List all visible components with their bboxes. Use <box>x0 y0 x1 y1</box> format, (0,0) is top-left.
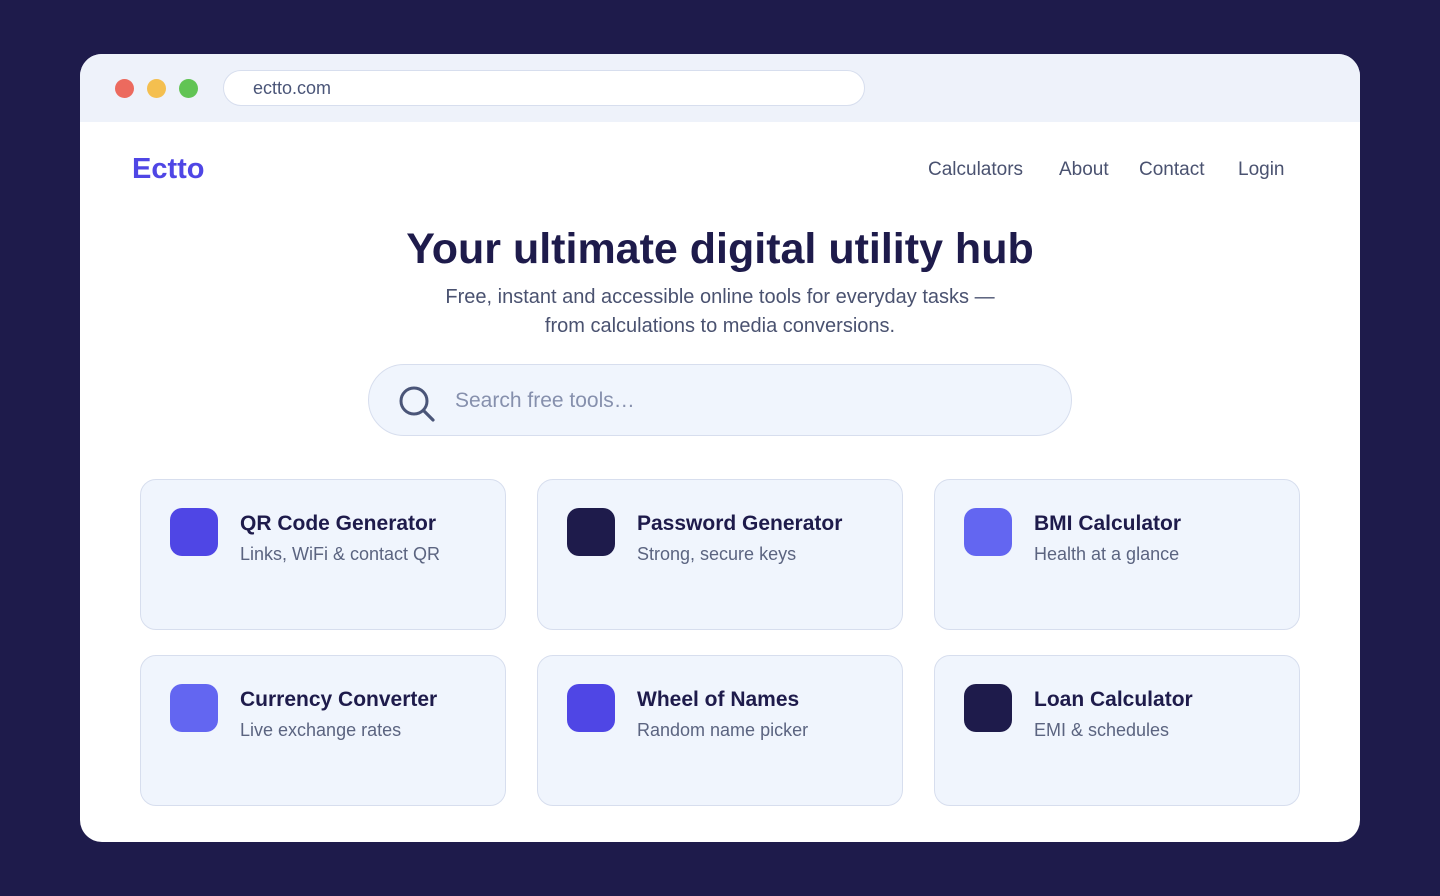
hero-subtitle: Free, instant and accessible online tool… <box>420 283 1020 341</box>
minimize-window-button[interactable] <box>147 79 166 98</box>
nav-login[interactable]: Login <box>1238 158 1285 182</box>
tool-card-wheel-of-names[interactable]: Wheel of Names Random name picker <box>537 655 903 806</box>
tool-description: EMI & schedules <box>1034 720 1170 740</box>
bmi-tool-icon <box>964 508 1012 556</box>
search-icon <box>399 386 435 422</box>
password-tool-icon <box>567 508 615 556</box>
search-bar[interactable] <box>368 364 1072 436</box>
tool-card-currency-converter[interactable]: Currency Converter Live exchange rates <box>140 655 506 806</box>
tool-description: Live exchange rates <box>240 720 402 740</box>
loan-tool-icon <box>964 684 1012 732</box>
wheel-tool-icon <box>567 684 615 732</box>
tool-description: Strong, secure keys <box>637 544 797 564</box>
close-window-button[interactable] <box>115 79 134 98</box>
maximize-window-button[interactable] <box>179 79 198 98</box>
tool-title: Loan Calculator <box>1034 688 1193 711</box>
address-bar[interactable]: ectto.com <box>223 70 865 106</box>
tool-card-qr-code-generator[interactable]: QR Code Generator Links, WiFi & contact … <box>140 479 506 630</box>
tool-title: Password Generator <box>637 512 843 535</box>
search-input[interactable] <box>455 383 1035 419</box>
site-logo[interactable]: Ectto <box>132 152 205 186</box>
tool-description: Health at a glance <box>1034 544 1180 564</box>
nav-about[interactable]: About <box>1059 158 1109 182</box>
nav-calculators[interactable]: Calculators <box>928 158 1023 182</box>
tool-title: Wheel of Names <box>637 688 800 711</box>
hero-subtitle-line-1: Free, instant and accessible online tool… <box>445 286 995 308</box>
tool-title: Currency Converter <box>240 688 438 711</box>
tool-description: Random name picker <box>637 720 809 740</box>
browser-window: ectto.com Ectto Calculators About Contac… <box>80 54 1360 842</box>
tool-card-bmi-calculator[interactable]: BMI Calculator Health at a glance <box>934 479 1300 630</box>
tool-card-loan-calculator[interactable]: Loan Calculator EMI & schedules <box>934 655 1300 806</box>
currency-tool-icon <box>170 684 218 732</box>
nav-contact[interactable]: Contact <box>1139 158 1204 182</box>
hero-subtitle-line-2: from calculations to media conversions. <box>544 315 896 337</box>
tool-card-password-generator[interactable]: Password Generator Strong, secure keys <box>537 479 903 630</box>
tool-title: QR Code Generator <box>240 512 437 535</box>
tool-title: BMI Calculator <box>1034 512 1182 535</box>
qr-code-tool-icon <box>170 508 218 556</box>
hero-title: Your ultimate digital utility hub <box>406 225 1034 273</box>
browser-chrome: ectto.com <box>80 54 1360 122</box>
tool-description: Links, WiFi & contact QR <box>240 544 441 564</box>
